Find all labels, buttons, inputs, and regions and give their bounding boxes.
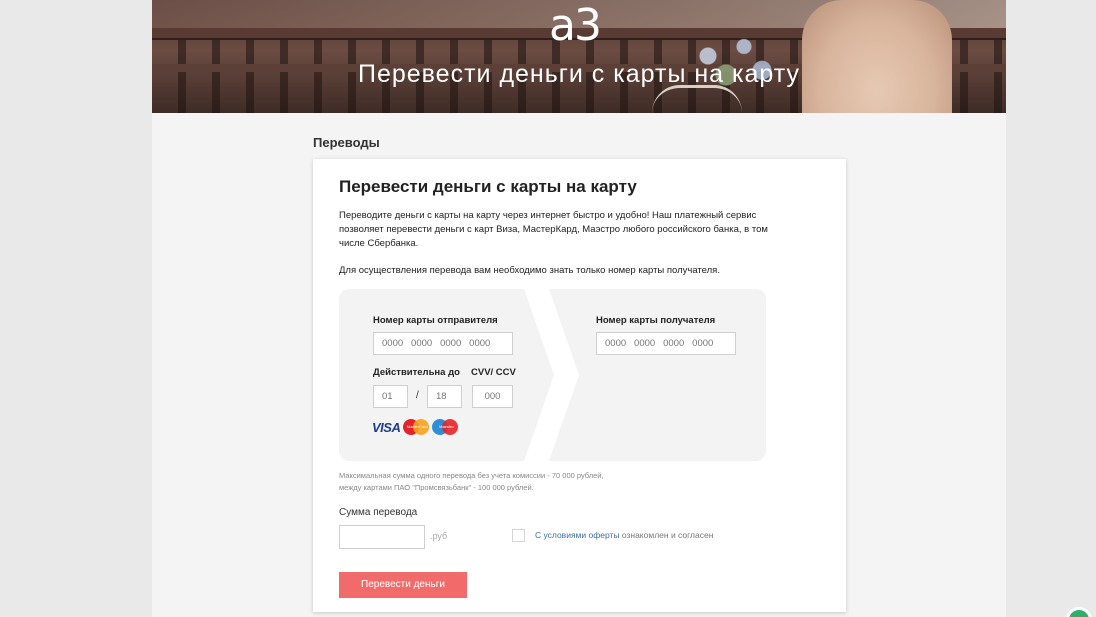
amount-label: Сумма перевода (339, 507, 418, 518)
visa-logo-icon: VISA (372, 419, 401, 435)
transfer-card: Перевести деньги с карты на карту Перево… (313, 159, 846, 612)
amount-input[interactable] (339, 525, 425, 549)
cvv-input[interactable] (472, 385, 513, 408)
limits-line-1: Максимальная сумма одного перевода без у… (339, 471, 604, 480)
card-heading: Перевести деньги с карты на карту (339, 177, 637, 196)
page-container: a3 Перевести деньги с карты на карту Пер… (152, 0, 1006, 617)
hero-banner: a3 Перевести деньги с карты на карту (152, 0, 1006, 113)
sender-card-input[interactable] (373, 332, 513, 355)
cvv-label: CVV/ CCV (471, 367, 516, 378)
limits-line-2: между картами ПАО "Промсвязьбанк" - 100 … (339, 483, 534, 492)
transfer-form-panel: Номер карты отправителя Действительна до… (339, 289, 766, 461)
expiry-month-input[interactable] (373, 385, 408, 408)
hero-title: Перевести деньги с карты на карту (358, 60, 800, 88)
hero-person-image (802, 0, 952, 113)
expiry-year-input[interactable] (427, 385, 462, 408)
currency-suffix: .руб (430, 531, 448, 541)
transfer-submit-button[interactable]: Перевести деньги (339, 572, 467, 598)
card-description: Переводите деньги с карты на карту через… (339, 210, 768, 249)
chat-widget-icon[interactable] (1066, 607, 1092, 617)
card-note: Для осуществления перевода вам необходим… (339, 265, 720, 276)
offer-agree-suffix: ознакомлен и согласен (619, 530, 714, 540)
section-title: Переводы (313, 135, 380, 150)
mastercard-logo-icon: MasterCard (403, 419, 430, 435)
hero-basket-image (652, 85, 742, 113)
recipient-card-label: Номер карты получателя (596, 315, 716, 326)
offer-agree-text: С условиями оферты ознакомлен и согласен (535, 530, 713, 540)
offer-terms-link[interactable]: С условиями оферты (535, 530, 620, 540)
payment-logos: VISA MasterCard Maestro (372, 419, 459, 435)
maestro-logo-icon: Maestro (432, 419, 459, 435)
site-logo[interactable]: a3 (549, 4, 602, 48)
offer-agree-checkbox[interactable] (512, 529, 525, 542)
recipient-card-input[interactable] (596, 332, 736, 355)
expiry-label: Действительна до (373, 367, 460, 378)
transfer-limits: Максимальная сумма одного перевода без у… (339, 470, 604, 494)
expiry-separator: / (416, 390, 419, 401)
sender-card-label: Номер карты отправителя (373, 315, 498, 326)
